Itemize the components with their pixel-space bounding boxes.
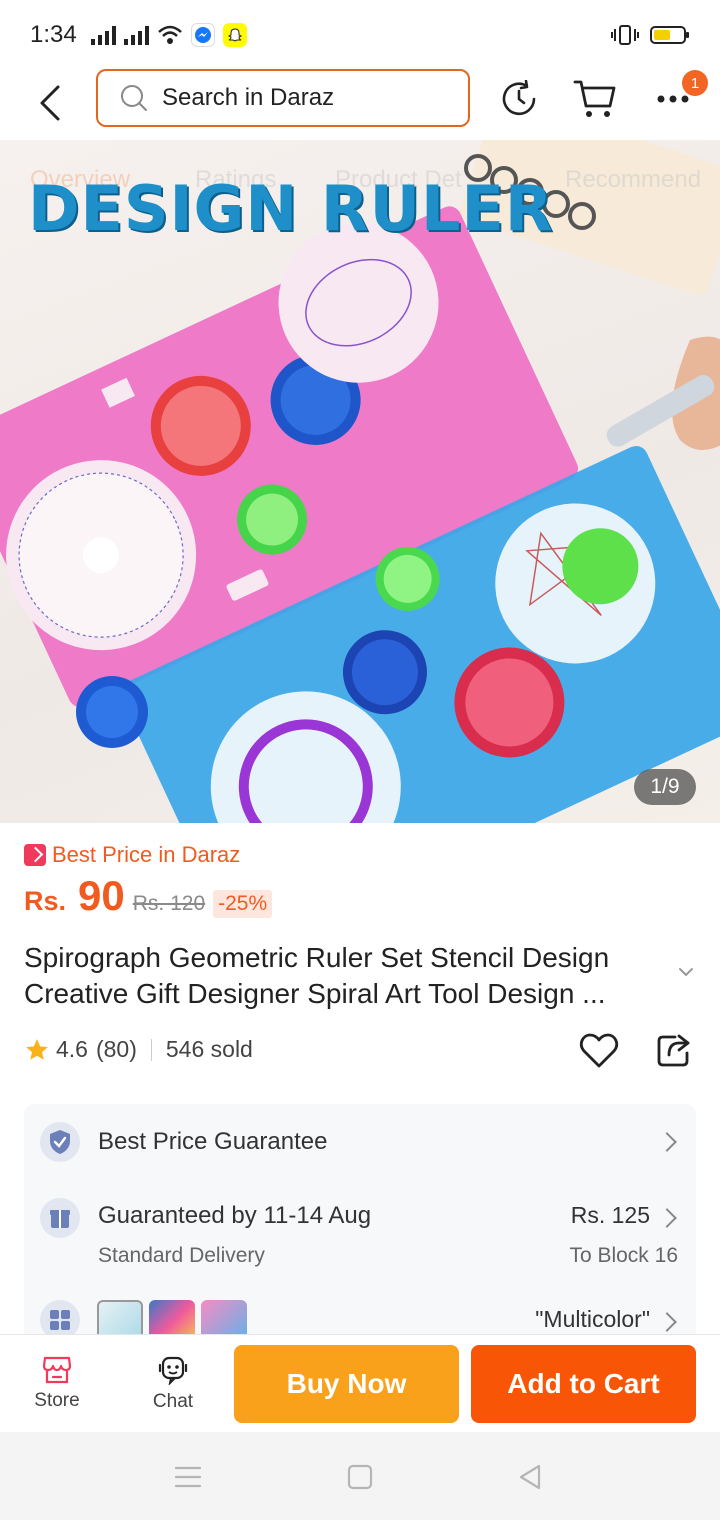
share-icon	[657, 1034, 690, 1067]
system-navigation-bar	[0, 1432, 720, 1520]
wishlist-button[interactable]	[578, 1030, 620, 1072]
store-icon	[42, 1356, 72, 1384]
status-time: 1:34	[30, 21, 77, 48]
delivery-fee: Rs. 125	[570, 1202, 650, 1228]
divider	[150, 1038, 152, 1061]
chevron-right-icon	[657, 1312, 677, 1332]
search-placeholder: Search in Daraz	[162, 84, 335, 111]
refresh-clock-icon	[502, 80, 536, 115]
original-price: Rs. 120	[132, 892, 206, 915]
image-counter: 1/9	[634, 769, 696, 805]
cart-button[interactable]	[572, 76, 618, 122]
signal-icon	[90, 25, 116, 45]
rating-row[interactable]: 4.6 (80) 546 sold	[24, 1036, 253, 1063]
buy-now-button[interactable]: Buy Now	[234, 1345, 459, 1423]
back-nav-button[interactable]	[513, 1460, 547, 1494]
chevron-right-icon	[657, 1208, 677, 1228]
more-dots-icon	[657, 95, 689, 103]
share-button[interactable]	[652, 1030, 694, 1072]
recents-button[interactable]	[171, 1460, 205, 1494]
svg-text:Recommend: Recommend	[565, 166, 701, 193]
price-currency: Rs.	[24, 886, 67, 916]
search-icon	[121, 85, 147, 111]
signal-icon-2	[123, 25, 149, 45]
cart-icon	[573, 80, 616, 117]
rating-value: 4.6	[56, 1036, 88, 1062]
guarantee-label: Best Price Guarantee	[98, 1128, 328, 1155]
bottom-action-bar: Store Chat Buy Now Add to Cart	[0, 1334, 720, 1432]
variant-value: "Multicolor"	[535, 1306, 650, 1332]
star-icon	[26, 1038, 48, 1060]
chevron-down-icon[interactable]	[676, 962, 696, 982]
more-menu-button[interactable]: 1	[650, 70, 708, 122]
chat-label: Chat	[152, 1391, 194, 1412]
back-button[interactable]	[30, 78, 70, 128]
top-app-bar: Search in Daraz 1	[0, 68, 720, 140]
best-price-guarantee-row[interactable]: Best Price Guarantee	[24, 1104, 696, 1178]
store-label: Store	[34, 1390, 80, 1411]
shield-check-icon	[40, 1122, 80, 1162]
search-input[interactable]: Search in Daraz	[96, 69, 470, 127]
chevron-left-icon	[40, 85, 60, 121]
delivery-location: To Block 16	[569, 1244, 678, 1267]
price-row: Rs. 90 Rs. 120 -25%	[24, 872, 273, 920]
history-button[interactable]	[496, 76, 542, 122]
best-price-icon	[24, 844, 46, 866]
messenger-icon	[190, 23, 215, 47]
delivery-row[interactable]: Guaranteed by 11-14 Aug Standard Deliver…	[24, 1188, 696, 1278]
delivery-box-icon	[40, 1198, 80, 1238]
chat-button[interactable]: Chat	[128, 1335, 218, 1433]
vibrate-icon	[611, 25, 639, 45]
battery-icon	[650, 26, 689, 44]
product-title[interactable]: Spirograph Geometric Ruler Set Stencil D…	[24, 940, 674, 1012]
triangle-back-icon	[519, 1464, 541, 1490]
home-button[interactable]	[343, 1460, 377, 1494]
discount-badge: -25%	[213, 890, 273, 918]
delivery-guarantee: Guaranteed by 11-14 Aug	[98, 1202, 372, 1229]
square-home-icon	[347, 1464, 373, 1490]
store-button[interactable]: Store	[12, 1335, 102, 1433]
add-to-cart-button[interactable]: Add to Cart	[471, 1345, 696, 1423]
product-image-carousel[interactable]: Overview Ratings Product Det Recommend D…	[0, 140, 720, 823]
best-price-badge: Best Price in Daraz	[24, 842, 240, 868]
menu-lines-icon	[174, 1466, 202, 1488]
service-info-card: Best Price Guarantee Guaranteed by 11-14…	[24, 1104, 696, 1344]
hero-image-caption: DESIGN RULER	[28, 172, 554, 245]
chat-bot-icon	[158, 1356, 188, 1385]
heart-icon	[580, 1033, 618, 1068]
current-price: 90	[78, 872, 125, 919]
sold-count: 546 sold	[165, 1036, 253, 1062]
review-count: (80)	[95, 1036, 137, 1062]
wifi-icon	[157, 25, 182, 44]
notification-badge: 1	[682, 70, 708, 96]
delivery-type: Standard Delivery	[98, 1244, 265, 1267]
status-bar: 1:34	[0, 0, 720, 70]
best-price-text: Best Price in Daraz	[52, 842, 241, 867]
snapchat-icon	[222, 23, 247, 47]
chevron-right-icon	[657, 1132, 677, 1152]
